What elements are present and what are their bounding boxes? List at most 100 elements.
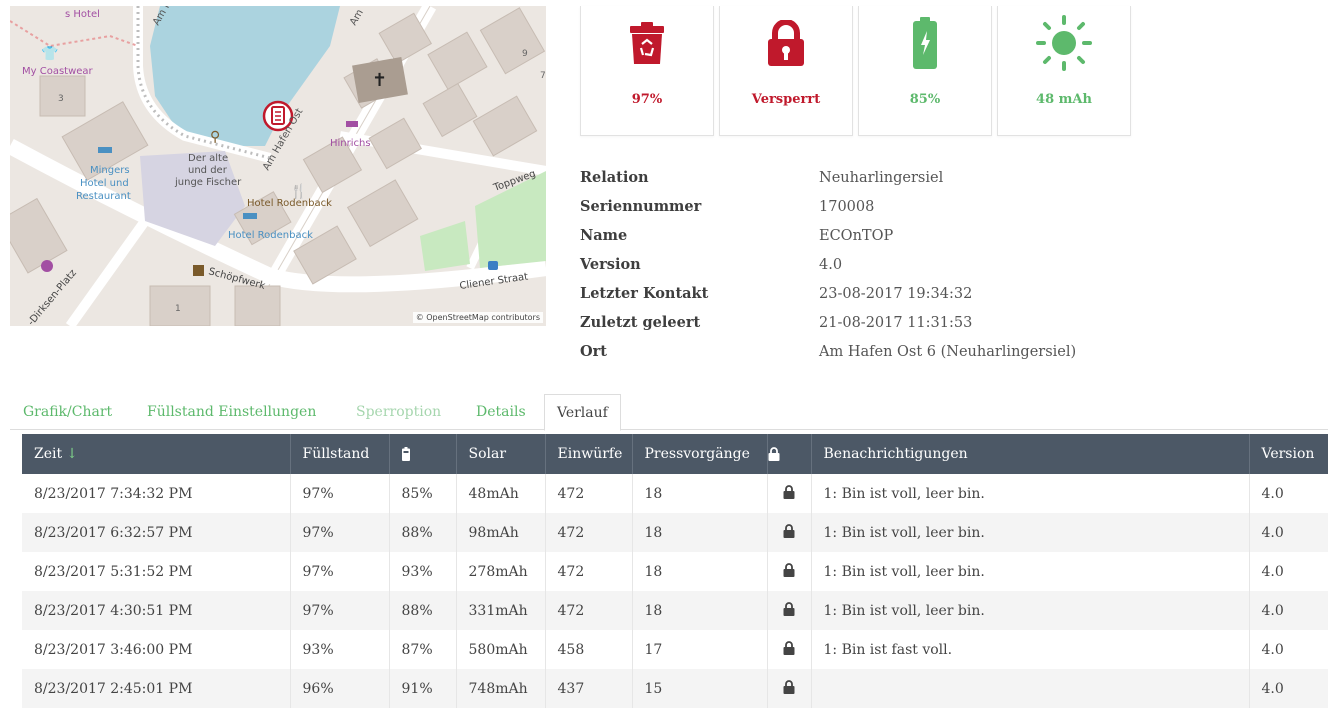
col-header-time[interactable]: Zeit ↓: [22, 434, 291, 474]
cell-lock: [767, 630, 812, 669]
tab-fill-settings[interactable]: Füllstand Einstellungen: [147, 394, 316, 430]
detail-row-relation: Relation Neuharlingersiel: [580, 169, 944, 186]
location-map[interactable]: ✝ 👕 🍴 ⚲ s Hotel Am H Am My Coastwear 3 9…: [10, 6, 546, 326]
cell-notification: 1: Bin ist voll, leer bin.: [811, 552, 1250, 591]
col-header-solar[interactable]: Solar: [456, 434, 546, 474]
svg-text:Hinrichs: Hinrichs: [330, 138, 371, 149]
cell-time: 8/23/2017 7:34:32 PM: [22, 474, 291, 513]
cell-version: 4.0: [1249, 591, 1328, 630]
cell-time: 8/23/2017 5:31:52 PM: [22, 552, 291, 591]
cell-battery: 87%: [389, 630, 457, 669]
battery-value: 85%: [909, 92, 941, 107]
svg-text:Der alte: Der alte: [188, 153, 228, 164]
cell-battery: 88%: [389, 513, 457, 552]
col-header-inserts[interactable]: Einwürfe: [545, 434, 633, 474]
svg-text:Restaurant: Restaurant: [76, 191, 131, 202]
battery-icon: [401, 447, 410, 461]
table-row[interactable]: 8/23/2017 2:45:01 PM 96% 91% 748mAh 437 15 4.0: [22, 669, 1328, 708]
cell-notification: 1: Bin ist voll, leer bin.: [811, 591, 1250, 630]
col-header-version[interactable]: Version: [1249, 434, 1328, 474]
table-row[interactable]: 8/23/2017 6:32:57 PM 97% 88% 98mAh 472 18 1: B…: [22, 513, 1328, 552]
cell-compressions: 18: [632, 513, 768, 552]
lock-icon: [783, 562, 795, 577]
cell-inserts: 437: [545, 669, 633, 708]
svg-text:✝: ✝: [372, 70, 387, 91]
cell-solar: 278mAh: [456, 552, 546, 591]
cell-battery: 91%: [389, 669, 457, 708]
solar-tile: 48 mAh: [997, 6, 1131, 136]
recycling-bin-icon: [581, 10, 713, 76]
svg-text:3: 3: [58, 94, 64, 104]
detail-row-serial: Seriennummer 170008: [580, 198, 875, 215]
col-header-fill-level[interactable]: Füllstand: [290, 434, 390, 474]
map-attribution[interactable]: © OpenStreetMap contributors: [412, 312, 543, 323]
cell-fill-level: 93%: [290, 630, 390, 669]
lock-icon: [783, 523, 795, 538]
tab-details[interactable]: Details: [476, 394, 526, 430]
cell-lock: [767, 552, 812, 591]
detail-row-last-emptied: Zuletzt geleert 21-08-2017 11:31:53: [580, 314, 973, 331]
cell-compressions: 15: [632, 669, 768, 708]
cell-lock: [767, 474, 812, 513]
cell-solar: 748mAh: [456, 669, 546, 708]
tab-history[interactable]: Verlauf: [544, 394, 621, 431]
svg-text:7: 7: [540, 71, 546, 81]
cell-compressions: 18: [632, 552, 768, 591]
cell-lock: [767, 591, 812, 630]
lock-icon: [783, 484, 795, 499]
cell-inserts: 472: [545, 474, 633, 513]
svg-text:9: 9: [522, 49, 528, 59]
lock-icon: [783, 640, 795, 655]
svg-text:👕: 👕: [41, 46, 58, 62]
fill-level-tile: 97%: [580, 6, 714, 136]
cell-inserts: 458: [545, 630, 633, 669]
cell-compressions: 18: [632, 474, 768, 513]
col-header-notifications[interactable]: Benachrichtigungen: [811, 434, 1250, 474]
table-row[interactable]: 8/23/2017 4:30:51 PM 97% 88% 331mAh 472 18 1: …: [22, 591, 1328, 630]
table-header-row: Zeit ↓ Füllstand Solar Einwürfe Pressvorg…: [22, 434, 1328, 474]
detail-row-location: Ort Am Hafen Ost 6 (Neuharlingersiel): [580, 343, 1077, 360]
detail-row-name: Name ECOnTOP: [580, 227, 894, 244]
map-label-coastwear: My Coastwear: [22, 66, 94, 77]
svg-text:1: 1: [175, 304, 181, 314]
cell-time: 8/23/2017 6:32:57 PM: [22, 513, 291, 552]
cell-solar: 331mAh: [456, 591, 546, 630]
cell-inserts: 472: [545, 591, 633, 630]
col-header-lock[interactable]: [767, 434, 812, 474]
cell-notification: 1: Bin ist fast voll.: [811, 630, 1250, 669]
cell-fill-level: 97%: [290, 474, 390, 513]
cell-compressions: 17: [632, 630, 768, 669]
cell-time: 8/23/2017 4:30:51 PM: [22, 591, 291, 630]
cell-time: 8/23/2017 3:46:00 PM: [22, 630, 291, 669]
cell-fill-level: 97%: [290, 591, 390, 630]
detail-row-last-contact: Letzter Kontakt 23-08-2017 19:34:32: [580, 285, 973, 302]
tab-lock-option[interactable]: Sperroption: [356, 394, 441, 430]
svg-text:⚲: ⚲: [210, 129, 220, 145]
cell-fill-level: 96%: [290, 669, 390, 708]
svg-text:Hotel Rodenback: Hotel Rodenback: [247, 198, 332, 209]
cell-version: 4.0: [1249, 669, 1328, 708]
cell-time: 8/23/2017 2:45:01 PM: [22, 669, 291, 708]
cell-inserts: 472: [545, 513, 633, 552]
cell-battery: 93%: [389, 552, 457, 591]
fill-level-value: 97%: [631, 92, 663, 107]
svg-text:Mingers: Mingers: [90, 165, 130, 176]
solar-value: 48 mAh: [1036, 92, 1092, 107]
table-row[interactable]: 8/23/2017 7:34:32 PM 97% 85% 48mAh 472 18 1: B…: [22, 474, 1328, 513]
map-canvas[interactable]: ✝ 👕 🍴 ⚲ s Hotel Am H Am My Coastwear 3 9…: [10, 6, 546, 326]
detail-row-version: Version 4.0: [580, 256, 843, 273]
lock-status-value: Versperrt: [751, 92, 821, 107]
svg-text:und der: und der: [188, 165, 228, 176]
tab-chart[interactable]: Grafik/Chart: [23, 394, 112, 430]
cell-notification: 1: Bin ist voll, leer bin.: [811, 474, 1250, 513]
cell-version: 4.0: [1249, 552, 1328, 591]
cell-version: 4.0: [1249, 474, 1328, 513]
cell-solar: 580mAh: [456, 630, 546, 669]
cell-solar: 98mAh: [456, 513, 546, 552]
table-row[interactable]: 8/23/2017 3:46:00 PM 93% 87% 580mAh 458 17 1: …: [22, 630, 1328, 669]
col-header-battery[interactable]: [389, 434, 457, 474]
col-header-compressions[interactable]: Pressvorgänge: [632, 434, 768, 474]
table-row[interactable]: 8/23/2017 5:31:52 PM 97% 93% 278mAh 472 18 1: …: [22, 552, 1328, 591]
lock-status-tile: Versperrt: [719, 6, 853, 136]
tab-bar: Grafik/Chart Füllstand Einstellungen Spe…: [10, 394, 1328, 431]
